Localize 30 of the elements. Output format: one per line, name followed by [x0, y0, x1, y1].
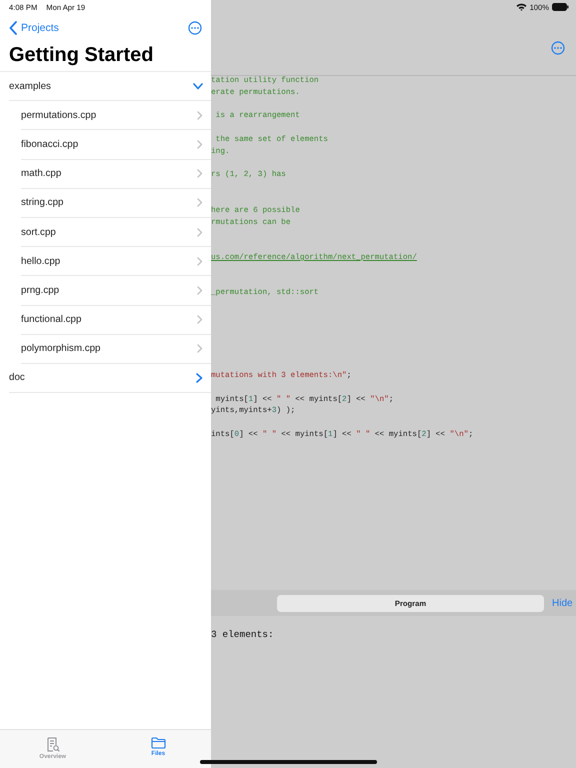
- page-title: Getting Started: [0, 42, 211, 72]
- back-link[interactable]: Projects: [9, 21, 59, 35]
- chevron-right-icon: [197, 198, 203, 208]
- chevron-right-icon: [197, 286, 203, 295]
- back-chevron-icon: [9, 21, 17, 35]
- chevron-right-icon: [197, 344, 203, 354]
- more-icon[interactable]: [551, 41, 565, 55]
- folder-row[interactable]: doc: [9, 364, 211, 394]
- battery-icon: [552, 3, 569, 11]
- file-row[interactable]: fibonacci.cpp: [21, 130, 211, 160]
- output-line: 3 elements:: [211, 629, 275, 640]
- folder-icon: [150, 737, 166, 749]
- file-row[interactable]: math.cpp: [21, 160, 211, 189]
- chevron-right-icon: [197, 169, 203, 178]
- chevron-right-icon: [197, 315, 203, 324]
- folder-row[interactable]: examples: [9, 72, 211, 102]
- file-row[interactable]: prng.cpp: [21, 276, 211, 306]
- file-row[interactable]: permutations.cpp: [21, 101, 211, 130]
- document-search-icon: [46, 737, 60, 752]
- file-row[interactable]: sort.cpp: [21, 218, 211, 248]
- more-icon[interactable]: [188, 21, 202, 35]
- wifi-icon: [516, 3, 527, 11]
- chevron-right-icon: [197, 110, 203, 120]
- file-row[interactable]: functional.cpp: [21, 306, 211, 335]
- chevron-right-icon: [197, 228, 203, 237]
- file-row[interactable]: string.cpp: [21, 188, 211, 218]
- file-row[interactable]: hello.cpp: [21, 247, 211, 276]
- file-row[interactable]: polymorphism.cpp: [21, 334, 211, 364]
- chevron-right-icon: [197, 256, 203, 266]
- chevron-right-icon: [197, 140, 203, 149]
